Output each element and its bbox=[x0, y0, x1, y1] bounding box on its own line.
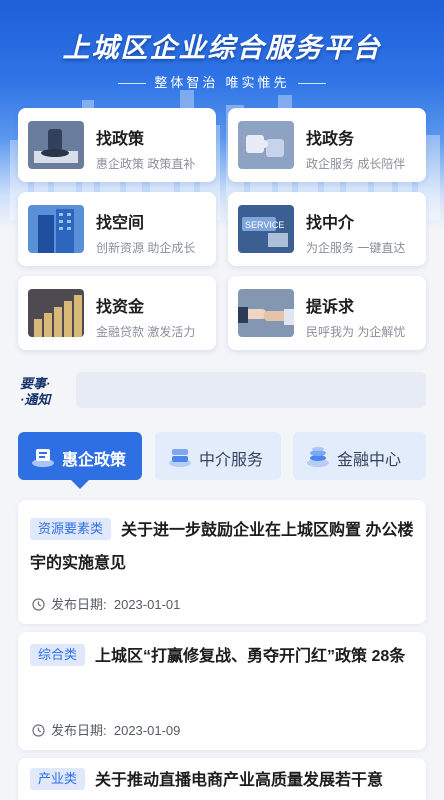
notice-logo: 要事· ·通知 bbox=[20, 376, 66, 410]
tab-label: 中介服务 bbox=[199, 452, 264, 469]
clock-icon bbox=[32, 724, 45, 737]
notice-logo-line1: 要事· bbox=[20, 376, 51, 391]
service-card-affairs[interactable]: 找政务 政企服务 成长陪伴 bbox=[228, 108, 426, 182]
handshake-image bbox=[238, 289, 294, 337]
list-item[interactable]: 产业类 关于推动直播电商产业高质量发展若干意 bbox=[18, 758, 426, 800]
tab-label: 惠企政策 bbox=[62, 452, 127, 469]
service-title: 找资金 bbox=[96, 299, 145, 316]
coins-image bbox=[28, 289, 84, 337]
tab-finance[interactable]: 金融中心 bbox=[293, 432, 426, 480]
service-desc: 惠企政策 政策直补 bbox=[96, 157, 196, 171]
category-tag: 产业类 bbox=[30, 768, 86, 790]
category-tag: 资源要素类 bbox=[30, 518, 112, 540]
tab-agency[interactable]: 中介服务 bbox=[155, 432, 281, 480]
service-card-appeal[interactable]: 提诉求 民呼我为 为企解忧 bbox=[228, 276, 426, 350]
svg-text:SERVICE: SERVICE bbox=[245, 220, 284, 230]
notice-logo-line2: ·通知 bbox=[20, 392, 51, 407]
service-desc: 创新资源 助企成长 bbox=[96, 241, 196, 255]
service-desc: 金融贷款 激发活力 bbox=[96, 325, 196, 339]
service-card-agency[interactable]: SERVICE 找中介 为企服务 一键直达 bbox=[228, 192, 426, 266]
service-stack-icon bbox=[169, 449, 191, 467]
policy-title-text: 关于推动直播电商产业高质量发展若干意 bbox=[95, 772, 384, 789]
service-title: 找中介 bbox=[306, 215, 355, 232]
service-desc: 民呼我为 为企解忧 bbox=[306, 325, 406, 339]
service-desc: 政企服务 成长陪伴 bbox=[306, 157, 406, 171]
date-value: 2023-01-09 bbox=[113, 723, 181, 738]
policy-title: 资源要素类 关于进一步鼓励企业在上城区购置 办公楼宇的实施意见 bbox=[30, 514, 414, 580]
active-tab-indicator bbox=[70, 479, 90, 489]
date-label: 发布日期: bbox=[51, 723, 107, 738]
stamp-image bbox=[28, 121, 84, 169]
policy-title-text: 上城区“打赢修复战、勇夺开门红”政策 28条 bbox=[95, 648, 406, 665]
tab-policy[interactable]: 惠企政策 bbox=[18, 432, 142, 480]
service-card-funding[interactable]: 找资金 金融贷款 激发活力 bbox=[18, 276, 216, 350]
policy-title: 综合类 上城区“打赢修复战、勇夺开门红”政策 28条 bbox=[30, 640, 414, 673]
service-card-space[interactable]: 找空间 创新资源 助企成长 bbox=[18, 192, 216, 266]
policy-title: 产业类 关于推动直播电商产业高质量发展若干意 bbox=[30, 764, 414, 797]
publish-date: 发布日期: 2023-01-01 bbox=[32, 594, 180, 613]
list-item[interactable]: 资源要素类 关于进一步鼓励企业在上城区购置 办公楼宇的实施意见 发布日期: 202… bbox=[18, 500, 426, 624]
list-item[interactable]: 综合类 上城区“打赢修复战、勇夺开门红”政策 28条 发布日期: 2023-01-… bbox=[18, 632, 426, 750]
subtitle-text: 整体智治 唯实惟先 bbox=[154, 76, 290, 91]
building-image bbox=[28, 205, 84, 253]
divider bbox=[118, 83, 147, 84]
service-image: SERVICE bbox=[238, 205, 294, 253]
notice-bar[interactable] bbox=[76, 372, 426, 408]
tab-label: 金融中心 bbox=[337, 452, 402, 469]
service-title: 找空间 bbox=[96, 215, 145, 232]
page-title: 上城区企业综合服务平台 bbox=[62, 33, 382, 64]
service-title: 找政策 bbox=[96, 131, 145, 148]
service-card-policy[interactable]: 找政策 惠企政策 政策直补 bbox=[18, 108, 216, 182]
finance-stack-icon bbox=[307, 447, 329, 467]
publish-date: 发布日期: 2023-01-09 bbox=[32, 720, 180, 739]
page-subtitle: 整体智治 唯实惟先 bbox=[0, 72, 444, 91]
policy-stack-icon bbox=[32, 449, 54, 467]
service-title: 提诉求 bbox=[306, 299, 355, 316]
service-title: 找政务 bbox=[306, 131, 355, 148]
date-value: 2023-01-01 bbox=[113, 597, 181, 612]
date-label: 发布日期: bbox=[51, 597, 107, 612]
category-tag: 综合类 bbox=[30, 644, 86, 666]
clock-icon bbox=[32, 598, 45, 611]
divider bbox=[297, 83, 326, 84]
service-desc: 为企服务 一键直达 bbox=[306, 241, 406, 255]
puzzle-image bbox=[238, 121, 294, 169]
